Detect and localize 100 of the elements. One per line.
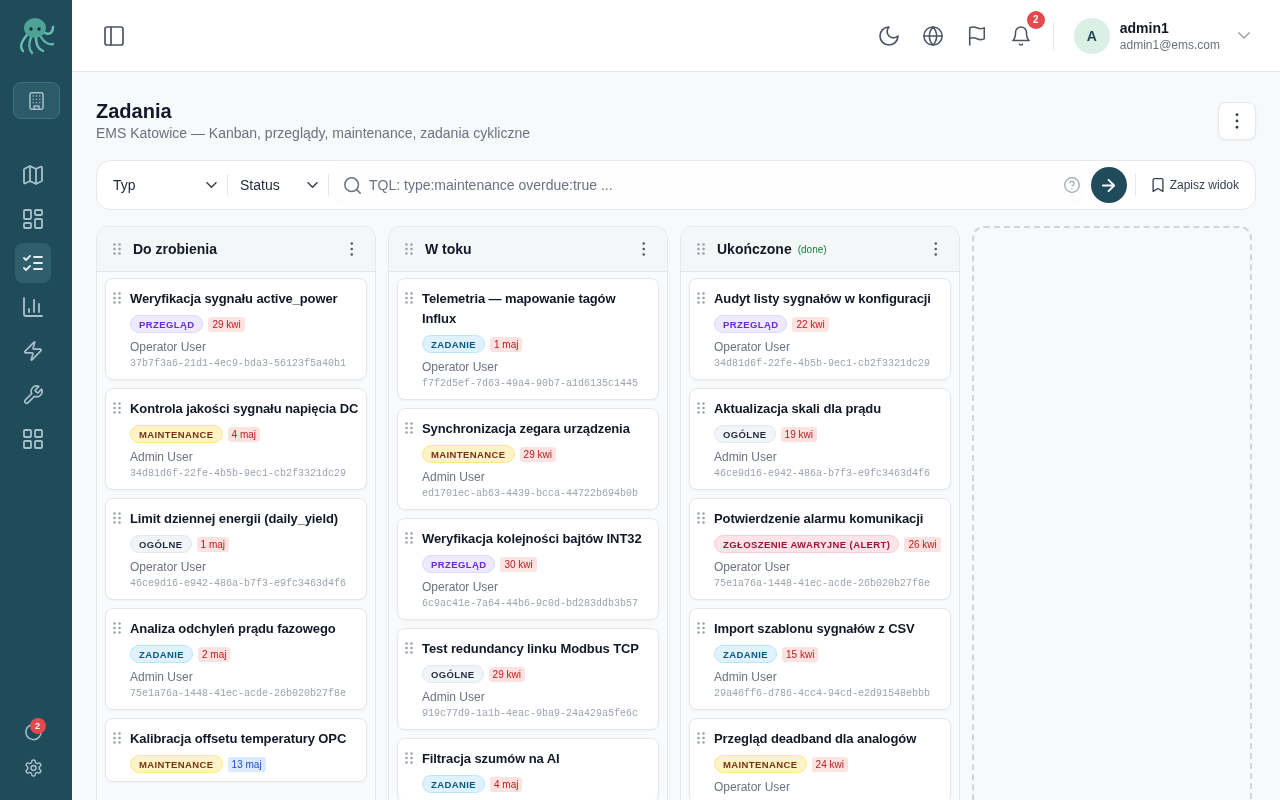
task-id: 46ce9d16-e942-486a-b7f3-e9fc3463d4f6 [130,577,348,591]
task-title: Weryfikacja sygnału active_power [130,290,339,308]
drag-handle-icon[interactable] [113,243,121,255]
flag-icon [966,25,987,46]
more-options-button[interactable] [1218,101,1256,140]
task-card[interactable]: Filtracja szumów na AI ZADANIE 4 maj [397,738,659,800]
task-card[interactable]: Aktualizacja skali dla prądu OGÓLNE 19 kwi Admin User 46ce9d16-e942-486a-b7f3-e9fc3463d4f6 [689,388,951,490]
help-icon[interactable] [1063,177,1080,193]
task-card[interactable]: Analiza odchyleń prądu fazowego ZADANIE 2 maj Admin User 75e1a76a-1448-41ec-acde-26b020b27f8e [105,608,367,710]
due-date: 13 maj [227,756,266,772]
task-card[interactable]: Kalibracja offsetu temperatury OPC MAINTENANCE 13 maj [105,718,367,782]
drag-handle-icon[interactable] [405,532,413,544]
settings-icon[interactable] [24,759,42,777]
due-date: 24 kwi [811,756,848,772]
building-button[interactable] [12,82,60,119]
page-subtitle: EMS Katowice — Kanban, przeglądy, maintenance, zadania cykliczne [96,124,530,142]
task-card[interactable]: Weryfikacja kolejności bajtów INT32 PRZEGLĄD 30 kwi Operator User 6c9ac41e-7a64-44b6-9c0d-bd283ddb3b57 [397,518,659,620]
task-id: 75e1a76a-1448-41ec-acde-26b020b27f8e [714,577,932,591]
column-title: Do zrobienia [133,241,217,257]
column-title: W toku [425,241,472,257]
map-icon [23,165,43,185]
task-card[interactable]: Przegląd deadband dla analogów MAINTENANCE 24 kwi Operator User [689,718,951,800]
task-title: Import szablonu sygnałów z CSV [714,620,916,638]
nav-button[interactable] [15,243,51,283]
task-id: 29a46ff6-d786-4cc4-94cd-e2d91548ebbb [714,687,932,701]
due-date: 26 kwi [904,536,941,552]
type-tag: ZADANIE [422,335,486,353]
task-card[interactable]: Test redundancy linku Modbus TCP OGÓLNE 29 kwi Admin User 919c77d9-1a1b-4eac-9ba9-24a429a5fe6c [397,628,659,730]
due-date: 22 kwi [792,316,829,332]
drag-handle-icon[interactable] [405,422,413,434]
due-date: 2 maj [198,646,231,662]
due-date: 30 kwi [500,556,537,572]
task-title: Przegląd deadband dla analogów [714,730,918,748]
checklist-icon [23,253,43,273]
drag-handle-icon[interactable] [697,512,705,524]
task-title: Kalibracja offsetu temperatury OPC [130,730,348,748]
chevron-down-icon[interactable] [1238,32,1250,39]
drag-handle-icon[interactable] [113,512,121,524]
drag-handle-icon[interactable] [697,292,705,304]
task-id: f7f2d5ef-7d63-49a4-90b7-a1d6135c1445 [422,377,640,391]
chevron-down-icon [307,182,318,188]
task-card[interactable]: Kontrola jakości sygnału napięcia DC MAINTENANCE 4 maj Admin User 34d81d6f-22fe-4b5b-9ec1-cb2f3321dc29 [105,388,367,490]
type-tag: ZADANIE [714,645,778,663]
drag-handle-icon[interactable] [697,402,705,414]
drag-handle-icon[interactable] [405,752,413,764]
drag-handle-icon[interactable] [697,243,705,255]
drag-handle-icon[interactable] [405,642,413,654]
assignee-name: Operator User [130,559,208,575]
type-select[interactable]: Typ [105,169,223,201]
arrow-right-icon [1102,178,1116,192]
search-field[interactable]: TQL: type:maintenance overdue:true ... [369,169,1064,201]
notification-badge: 2 [1026,10,1045,29]
assignee-name: Operator User [130,339,208,355]
search-icon [344,176,361,194]
type-tag: MAINTENANCE [130,425,223,443]
drag-handle-icon[interactable] [113,402,121,414]
task-title: Aktualizacja skali dla prądu [714,400,882,418]
wrench-icon [23,385,43,405]
drag-handle-icon[interactable] [697,622,705,634]
status-select[interactable]: Status [232,169,324,201]
assignee-name: Operator User [714,779,792,795]
task-card[interactable]: Synchronizacja zegara urządzenia MAINTENANCE 29 kwi Admin User ed1701ec-ab63-4439-bcca-44722b694b0b [397,408,659,510]
task-card[interactable]: Potwierdzenie alarmu komunikacji ZGŁOSZENIE AWARYJNE (ALERT) 26 kwi Operator User 75e1a76a-1448-41ec-acde-26b020b27f8e [689,498,951,600]
task-card[interactable]: Limit dziennej energii (daily_yield) OGÓLNE 1 maj Operator User 46ce9d16-e942-486a-b7f3-e9fc3463d4f6 [105,498,367,600]
type-tag: MAINTENANCE [422,445,515,463]
task-title: Weryfikacja kolejności bajtów INT32 [422,530,643,548]
drag-handle-icon[interactable] [405,243,413,255]
drag-handle-icon[interactable] [113,732,121,744]
due-date: 4 maj [227,426,261,442]
drag-handle-icon[interactable] [113,292,121,304]
task-title: Test redundancy linku Modbus TCP [422,640,640,658]
due-date: 29 kwi [519,446,556,462]
task-title: Kontrola jakości sygnału napięcia DC [130,400,360,418]
assignee-name: Operator User [422,579,500,595]
moon-icon [878,25,899,46]
task-id: 919c77d9-1a1b-4eac-9ba9-24a429a5fe6c [422,707,640,721]
user-avatar[interactable]: A [1073,17,1110,54]
task-title: Limit dziennej energii (daily_yield) [130,510,340,528]
search-submit-button[interactable] [1090,167,1127,203]
type-tag: ZGŁOSZENIE AWARYJNE (ALERT) [714,535,900,553]
circle-arc-icon[interactable] [24,723,42,741]
task-card[interactable]: Import szablonu sygnałów z CSV ZADANIE 15 kwi Admin User 29a46ff6-d786-4cc4-94cd-e2d91548ebbb [689,608,951,710]
drag-handle-icon[interactable] [697,732,705,744]
drag-handle-icon[interactable] [405,292,413,304]
bar-chart-icon [23,297,43,317]
drag-handle-icon[interactable] [113,622,121,634]
task-card[interactable]: Weryfikacja sygnału active_power PRZEGLĄD 29 kwi Operator User 37b7f3a6-21d1-4ec9-bda3-56123f5a40b1 [105,278,367,380]
type-tag: PRZEGLĄD [422,555,496,573]
task-title: Potwierdzenie alarmu komunikacji [714,510,925,528]
assignee-name: Admin User [714,449,778,465]
task-card[interactable]: Telemetria — mapowanie tagów Influx ZADANIE 1 maj Operator User f7f2d5ef-7d63-49a4-90b7-a1d6135c1445 [397,278,659,400]
user-email: admin1@ems.com [1119,36,1220,53]
assignee-name: Admin User [130,449,194,465]
task-card[interactable]: Audyt listy sygnałów w konfiguracji PRZEGLĄD 22 kwi Operator User 34d81d6f-22fe-4b5b-9ec1-cb2f3321dc29 [689,278,951,380]
type-tag: OGÓLNE [714,425,776,443]
due-date: 15 kwi [782,646,819,662]
task-id: 34d81d6f-22fe-4b5b-9ec1-cb2f3321dc29 [714,357,932,371]
due-date: 1 maj [490,336,523,352]
save-view-button[interactable]: Zapisz widok [1143,169,1246,201]
globe-icon [922,25,943,46]
